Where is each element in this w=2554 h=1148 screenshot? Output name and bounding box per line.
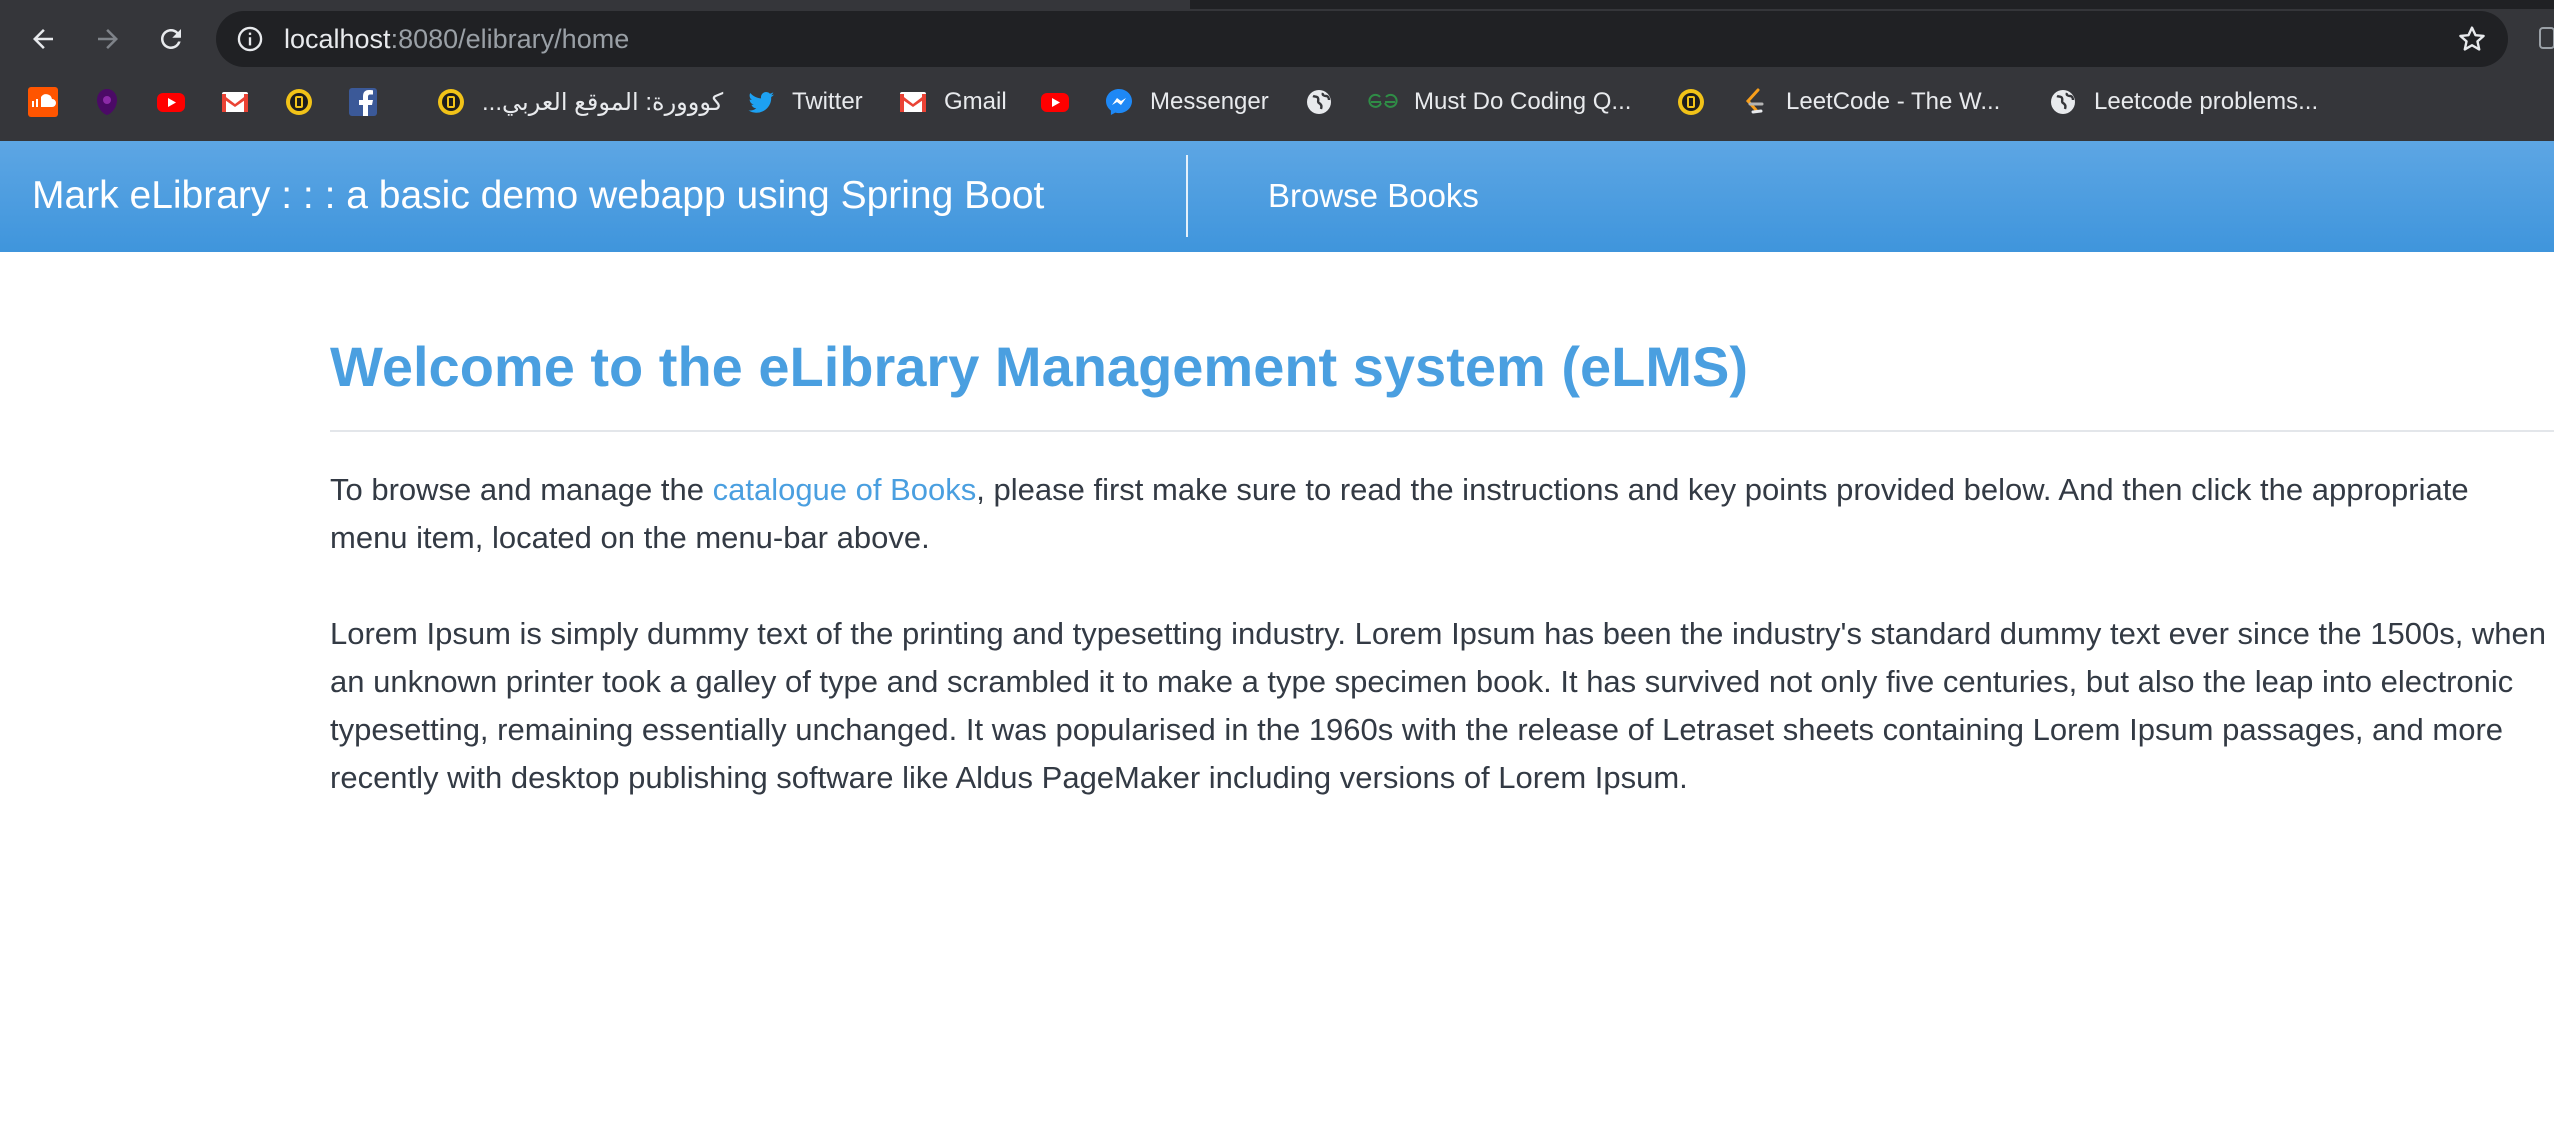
reload-button[interactable]	[149, 17, 193, 61]
twitter-icon	[746, 87, 776, 117]
browser-chrome: localhost:8080/elibrary/home كووورة: الم…	[0, 0, 2554, 141]
premier-league-icon	[92, 87, 122, 117]
bookmark-leetcode-problems[interactable]: Leetcode problems...	[2048, 79, 2318, 125]
lorem-paragraph: Lorem Ipsum is simply dummy text of the …	[330, 616, 2547, 795]
yellow-badge-icon	[436, 87, 466, 117]
bookmark-label: Gmail	[944, 88, 1007, 115]
globe-icon	[1304, 87, 1334, 117]
catalogue-link[interactable]: catalogue of Books	[713, 472, 977, 507]
arrow-left-icon	[33, 29, 53, 49]
gmail-icon	[220, 87, 250, 117]
globe-icon	[2048, 87, 2078, 117]
bookmark-label: Twitter	[792, 88, 863, 115]
bookmark-yellow-badge[interactable]	[284, 79, 314, 125]
bookmark-leetcode[interactable]: LeetCode - The W...	[1740, 79, 2000, 125]
geeksforgeeks-icon	[1368, 87, 1398, 117]
url-text[interactable]: localhost:8080/elibrary/home	[284, 24, 629, 54]
intro-text-before: To browse and manage the	[330, 472, 713, 507]
page-title: Welcome to the eLibrary Management syste…	[330, 335, 1748, 398]
extension-icon[interactable]	[2536, 20, 2554, 56]
active-tab[interactable]	[0, 0, 1190, 9]
messenger-icon	[1104, 87, 1134, 117]
url-path: :8080/elibrary/home	[390, 24, 630, 54]
arrow-right-icon	[98, 29, 118, 49]
yellow-badge-icon	[1676, 87, 1706, 117]
bookmark-globe[interactable]	[1304, 79, 1334, 125]
bookmark-premier-league[interactable]	[92, 79, 122, 125]
reload-icon	[161, 29, 181, 49]
app-navbar: Mark eLibrary : : : a basic demo webapp …	[0, 141, 2554, 252]
bookmarks-bar: كووورة: الموقع العربي... Twitter Gmail M…	[0, 79, 2554, 125]
url-host: localhost	[284, 24, 391, 54]
soundcloud-icon	[28, 87, 58, 117]
bookmark-youtube-2[interactable]	[1040, 79, 1070, 125]
bookmark-facebook[interactable]	[348, 79, 378, 125]
bookmark-kooora[interactable]: كووورة: الموقع العربي...	[436, 79, 723, 125]
bookmark-youtube[interactable]	[156, 79, 186, 125]
yellow-badge-icon	[284, 87, 314, 117]
bookmark-gmail-2[interactable]: Gmail	[898, 79, 1007, 125]
bookmark-label: LeetCode - The W...	[1786, 88, 2001, 115]
youtube-icon	[1040, 87, 1070, 117]
gmail-icon	[898, 87, 928, 117]
bookmark-yellow-badge-2[interactable]	[1676, 79, 1706, 125]
bookmark-soundcloud[interactable]	[28, 79, 58, 125]
leetcode-icon	[1740, 87, 1770, 117]
youtube-icon	[156, 87, 186, 117]
back-button[interactable]	[21, 17, 65, 61]
forward-button[interactable]	[86, 17, 130, 61]
info-icon[interactable]	[236, 25, 264, 53]
bookmark-messenger[interactable]: Messenger	[1104, 79, 1269, 125]
bookmark-gmail[interactable]	[220, 79, 250, 125]
bookmark-label: Leetcode problems...	[2094, 88, 2319, 115]
bookmark-twitter[interactable]: Twitter	[746, 79, 863, 125]
star-icon[interactable]	[2456, 23, 2488, 55]
address-bar[interactable]: localhost:8080/elibrary/home	[216, 11, 2508, 67]
nav-browse-books[interactable]: Browse Books	[1268, 175, 1479, 217]
bookmark-label: Messenger	[1150, 88, 1269, 115]
bookmark-geeksforgeeks[interactable]: Must Do Coding Q...	[1368, 79, 1631, 125]
navbar-divider	[1186, 155, 1188, 237]
bookmark-label: Must Do Coding Q...	[1414, 88, 1632, 115]
tab-strip	[0, 0, 2554, 9]
intro-paragraph: To browse and manage the catalogue of Bo…	[330, 466, 2552, 562]
bookmark-label: كووورة: الموقع العربي...	[482, 88, 724, 116]
brand-title[interactable]: Mark eLibrary : : : a basic demo webapp …	[32, 171, 1044, 221]
title-divider	[330, 430, 2554, 432]
facebook-icon	[348, 87, 378, 117]
